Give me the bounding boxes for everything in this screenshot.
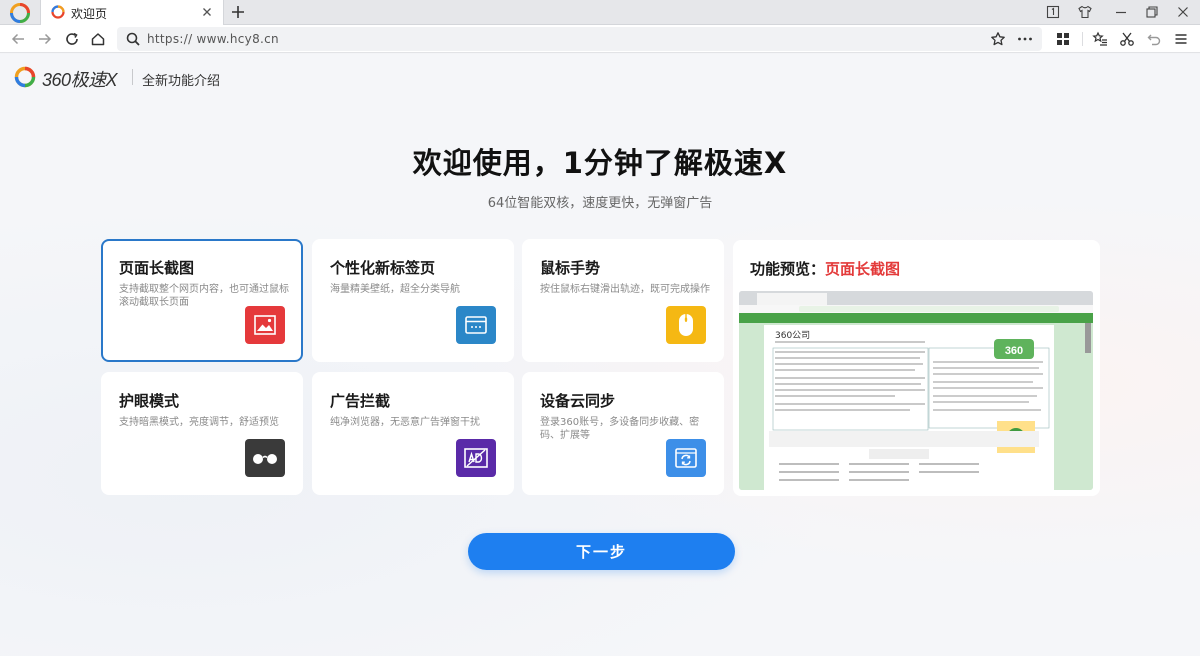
sync-icon [666, 439, 706, 477]
glasses-icon [245, 439, 285, 477]
preview-label: 功能预览：页面长截图 [750, 258, 900, 279]
welcome-page: 360极速X 全新功能介绍 欢迎使用，1分钟了解极速X 64位智能双核，速度更快… [0, 54, 1200, 656]
feature-title: 广告拦截 [330, 392, 391, 410]
restore-icon[interactable] [1144, 4, 1160, 20]
ad-block-icon [456, 439, 496, 477]
more-options-icon[interactable] [1016, 31, 1034, 47]
feature-card-new-tab[interactable]: 个性化新标签页 海量精美壁纸，超全分类导航 [312, 239, 514, 362]
menu-icon[interactable] [1173, 31, 1189, 47]
feature-card-cloud-sync[interactable]: 设备云同步 登录360账号，多设备同步收藏、密码、扩展等 [522, 372, 724, 495]
minimize-icon[interactable] [1113, 4, 1129, 20]
preview-label-prefix: 功能预览： [750, 260, 826, 278]
tab-welcome[interactable]: 欢迎页 [40, 0, 224, 25]
feature-desc: 按住鼠标右键滑出轨迹，既可完成操作 [540, 284, 710, 295]
feature-title: 页面长截图 [119, 259, 195, 277]
preview-label-highlight: 页面长截图 [825, 260, 901, 278]
window-icon [456, 306, 496, 344]
feature-title: 个性化新标签页 [330, 259, 436, 277]
feature-preview-panel: 功能预览：页面长截图 360 360公司 [733, 240, 1100, 496]
undo-icon[interactable] [1146, 31, 1162, 47]
refresh-icon[interactable] [64, 31, 80, 47]
tab-strip: 欢迎页 [0, 0, 1200, 25]
feature-card-eye-care[interactable]: 护眼模式 支持暗黑模式，亮度调节，舒适预览 [101, 372, 303, 495]
preview-site-title: 360公司 [775, 330, 810, 341]
address-bar[interactable]: https:// www.hcy8.cn [117, 27, 1042, 51]
close-window-icon[interactable] [1175, 4, 1191, 20]
new-tab-icon[interactable] [230, 4, 246, 20]
brand-subtitle: 全新功能介绍 [142, 74, 221, 89]
tab-favicon-icon [51, 5, 65, 19]
feature-card-long-screenshot[interactable]: 页面长截图 支持截取整个网页内容，也可通过鼠标滚动截取长页面 [101, 239, 303, 362]
page-subtitle: 64位智能双核，速度更快，无弹窗广告 [487, 196, 713, 211]
tab-title: 欢迎页 [71, 7, 108, 21]
skin-shirt-icon[interactable] [1077, 4, 1093, 20]
toolbar: https:// www.hcy8.cn [0, 25, 1200, 53]
feature-desc: 海量精美壁纸，超全分类导航 [330, 284, 460, 295]
feature-card-ad-block[interactable]: 广告拦截 纯净浏览器，无恶意广告弹窗干扰 [312, 372, 514, 495]
image-icon [245, 306, 285, 344]
feature-desc: 支持暗黑模式，亮度调节，舒适预览 [119, 417, 279, 428]
brand-divider [132, 69, 133, 85]
toolbar-divider [1082, 32, 1083, 46]
next-step-button[interactable]: 下一步 [468, 533, 735, 570]
preview-screenshot: 360 360公司 [739, 291, 1093, 490]
feature-desc: 纯净浏览器，无恶意广告弹窗干扰 [330, 417, 480, 428]
preview-site-logo: 360 [1005, 345, 1023, 357]
feature-title: 设备云同步 [540, 392, 616, 410]
favorites-list-icon[interactable] [1092, 31, 1108, 47]
mouse-icon [666, 306, 706, 344]
tab-count-icon[interactable] [1045, 4, 1061, 20]
screenshot-scissors-icon[interactable] [1119, 31, 1135, 47]
preview-screenshot-image: 360 360公司 [739, 291, 1093, 490]
feature-card-mouse-gesture[interactable]: 鼠标手势 按住鼠标右键滑出轨迹，既可完成操作 [522, 239, 724, 362]
home-icon[interactable] [90, 31, 106, 47]
bookmark-star-icon[interactable] [990, 31, 1006, 47]
brand-logo-icon [14, 66, 36, 88]
back-icon[interactable] [10, 31, 26, 47]
feature-title: 护眼模式 [119, 392, 180, 410]
forward-icon[interactable] [37, 31, 53, 47]
feature-title: 鼠标手势 [540, 259, 601, 277]
brand-name: 360极速X [42, 70, 118, 90]
apps-grid-icon[interactable] [1055, 31, 1071, 47]
page-title: 欢迎使用，1分钟了解极速X [412, 146, 788, 180]
close-tab-icon[interactable] [199, 4, 215, 20]
url-text[interactable]: https:// www.hcy8.cn [147, 32, 279, 46]
browser-logo-icon[interactable] [10, 3, 30, 23]
search-icon [126, 32, 140, 46]
